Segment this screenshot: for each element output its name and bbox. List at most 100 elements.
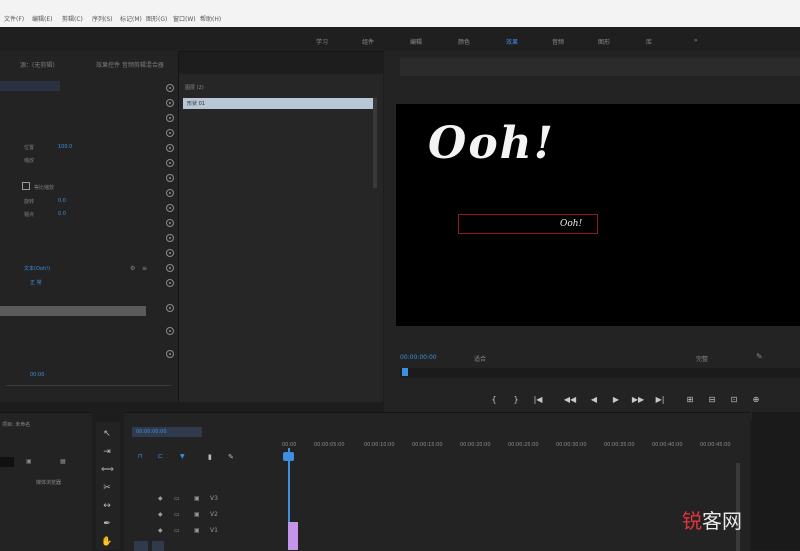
track-select-icon[interactable]: ⇥ [101,446,113,458]
eye-icon[interactable] [166,204,174,212]
fx-time-value[interactable]: 00:00 [30,372,44,378]
wrench-settings-icon[interactable]: ✎ [228,453,234,461]
eye-icon[interactable] [166,304,174,312]
eye-icon[interactable] [166,129,174,137]
eye-icon[interactable] [166,99,174,107]
extract-button[interactable]: ⊟ [704,393,720,407]
menu-file[interactable]: 文件(F) [4,14,24,23]
step-back-button[interactable]: ◀◀ [562,393,578,407]
menu-seq[interactable]: 序列(S) [92,14,113,23]
ws-tab-libraries[interactable]: 库 [646,37,652,46]
play-button[interactable]: ▶ [608,393,624,407]
program-scrub-bar[interactable] [400,368,800,378]
project-header[interactable]: 项目: 未命名 [2,421,30,428]
slip-tool-icon[interactable]: ↔ [101,500,113,512]
effect-controls-source[interactable]: 源：(无剪辑) [20,60,55,69]
track-eye-icon[interactable]: ▣ [194,527,200,534]
marker-icon[interactable]: ▮ [208,453,212,461]
menu-bar: 文件(F) 编辑(E) 剪辑(C) 序列(S) 标记(M) 图形(G) 窗口(W… [0,0,800,27]
menu-window[interactable]: 窗口(W) [173,14,196,23]
back-button[interactable]: ◀ [586,393,602,407]
wrench-icon[interactable]: ✎ [756,352,763,361]
program-timecode[interactable]: 00:00:00:00 [400,354,437,361]
selected-layer-row[interactable]: 形状 01 [183,98,373,109]
ruler-tick: 00:00:10:00 [364,442,395,448]
fx-slider-bar[interactable] [0,306,146,316]
workspace-bar: 学习 组件 编辑 颜色 效果 音频 图形 库 » [0,27,800,52]
filter-icon[interactable]: ▦ [60,458,66,465]
go-to-out-button[interactable]: ▶| [652,393,668,407]
eye-icon[interactable] [166,219,174,227]
menu-clip[interactable]: 剪辑(C) [62,14,83,23]
ws-tab-editing[interactable]: 编辑 [410,37,422,46]
lift-button[interactable]: ⊞ [682,393,698,407]
fx-value-position[interactable]: 100.0 [58,144,72,150]
ws-tab-learn[interactable]: 学习 [316,37,328,46]
quality-dropdown[interactable]: 完整 [696,354,708,363]
menu-marker[interactable]: 标记(M) [120,14,142,23]
mark-out-button[interactable]: } [508,393,524,407]
go-to-in-button[interactable]: |◀ [530,393,546,407]
snap-icon[interactable]: ⊓ [138,453,143,460]
ripple-edit-icon[interactable]: ⟺ [101,464,114,476]
timeline-ruler[interactable]: 00:00 00:00:05:00 00:00:10:00 00:00:15:0… [282,442,732,454]
ws-tab-more[interactable]: » [694,37,698,44]
export-frame-button[interactable]: ⊡ [726,393,742,407]
eye-icon[interactable] [166,264,174,272]
project-search-input[interactable] [0,457,14,467]
program-playhead[interactable] [402,368,408,376]
eye-icon[interactable] [166,174,174,182]
fx-value-anchor[interactable]: 0.0 [58,211,66,217]
eye-icon[interactable] [166,350,174,358]
folder-icon[interactable]: ▣ [26,458,32,465]
menu-help[interactable]: 帮助(H) [200,14,221,23]
menu-edit[interactable]: 编辑(E) [32,14,52,23]
eye-icon[interactable] [166,189,174,197]
layers-scrollbar[interactable] [373,98,377,188]
ws-tab-assembly[interactable]: 组件 [362,37,374,46]
selection-tool-icon[interactable]: ↖ [101,428,113,440]
track-sync-icon[interactable]: ▭ [174,527,180,534]
fx-menu-icon[interactable]: ≡ [142,265,147,272]
step-forward-button[interactable]: ▶▶ [630,393,646,407]
ws-tab-effects[interactable]: 效果 [506,37,518,46]
ruler-tick: 00:00:40:00 [652,442,683,448]
button-editor-button[interactable]: ⊕ [748,393,764,407]
track-sync-icon[interactable]: ▭ [174,511,180,518]
fx-value-rotation[interactable]: 0.0 [58,198,66,204]
effect-controls-tabs[interactable]: 效果控件 音频剪辑混合器 [96,60,164,69]
razor-icon[interactable]: ✂ [101,482,113,494]
menu-graphics[interactable]: 图形(G) [146,14,167,23]
fx-text-layer-label[interactable]: 文本(Ooh!) [24,265,50,272]
eye-icon[interactable] [166,327,174,335]
eye-icon[interactable] [166,279,174,287]
ws-tab-color[interactable]: 颜色 [458,37,470,46]
ws-tab-audio[interactable]: 音频 [552,37,564,46]
eye-icon[interactable] [166,234,174,242]
timeline-clip[interactable] [288,522,298,550]
sequence-tab[interactable]: 00:00:00:00 [132,427,202,437]
timeline-playhead-handle[interactable] [283,452,294,461]
eye-icon[interactable] [166,84,174,92]
media-browser-tab[interactable]: 媒体浏览器 [36,479,61,486]
uniform-scale-checkbox[interactable] [22,182,30,190]
track-lock-icon[interactable]: ◆ [158,495,163,502]
fx-font-style[interactable]: 正 常 [30,279,42,286]
linked-select-icon[interactable]: ⊏ [158,453,163,460]
add-marker-icon[interactable]: ▼ [180,453,185,460]
eye-icon[interactable] [166,249,174,257]
track-lock-icon[interactable]: ◆ [158,511,163,518]
fx-settings-icon[interactable]: ⚙ [130,265,135,272]
eye-icon[interactable] [166,159,174,167]
eye-icon[interactable] [166,114,174,122]
ws-tab-graphics[interactable]: 图形 [598,37,610,46]
track-eye-icon[interactable]: ▣ [194,511,200,518]
fit-dropdown[interactable]: 适合 [474,354,486,363]
hand-icon[interactable]: ✋ [101,536,113,548]
eye-icon[interactable] [166,144,174,152]
track-eye-icon[interactable]: ▣ [194,495,200,502]
mark-in-button[interactable]: { [486,393,502,407]
track-sync-icon[interactable]: ▭ [174,495,180,502]
track-lock-icon[interactable]: ◆ [158,527,163,534]
pen-icon[interactable]: ✒ [101,518,113,530]
